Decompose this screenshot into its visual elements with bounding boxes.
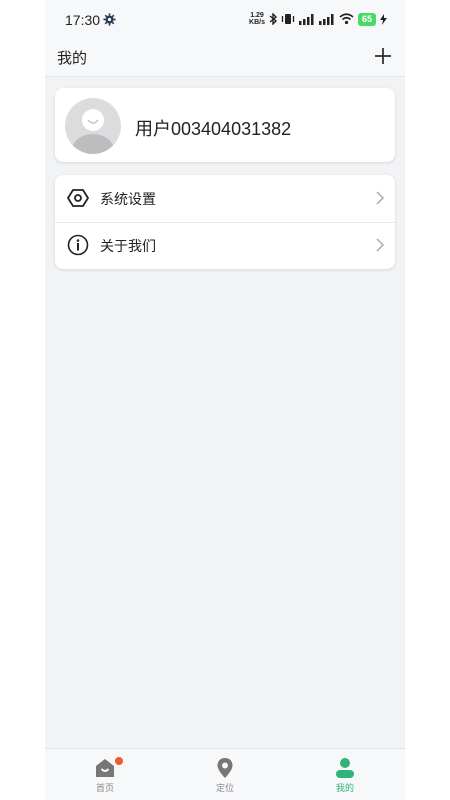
bluetooth-icon [269,13,277,25]
network-speed: 1.29 KB/s [249,12,265,26]
nav-label: 定位 [215,783,234,793]
chevron-right-icon [376,238,385,252]
vibrate-icon [281,14,295,24]
menu-item-about-us[interactable]: 关于我们 [55,222,395,269]
menu-item-system-settings[interactable]: 系统设置 [55,175,395,223]
page-title: 我的 [57,50,88,67]
network-speed-value: 1.29 [250,12,264,19]
signal-icon-2 [318,13,334,25]
nav-item-mine[interactable]: 我的 [285,749,405,800]
status-bar: 17:30 1.29 KB/s 65 [45,0,405,40]
notification-badge [115,757,123,765]
settings-gear-icon [103,13,116,26]
bottom-nav: 首页 定位 我的 [45,748,405,800]
battery-level: 65 [357,12,376,26]
app-screen: 17:30 1.29 KB/s 65 我的 用户003404031382 系统设… [45,0,405,800]
chevron-right-icon [376,191,385,205]
menu-card: 系统设置 关于我们 [55,175,395,269]
status-indicators: 1.29 KB/s 65 [249,12,387,26]
hexagon-settings-icon [67,189,89,207]
location-pin-icon [217,758,233,778]
menu-item-label: 关于我们 [100,238,156,254]
person-icon [336,758,354,778]
menu-item-label: 系统设置 [100,191,156,207]
username: 用户003404031382 [135,119,292,139]
wifi-icon [339,13,354,25]
home-icon [96,759,114,777]
default-avatar-icon[interactable] [65,98,121,154]
page-header: 我的 [45,40,405,77]
nav-label: 我的 [335,783,354,793]
info-circle-icon [67,234,89,256]
nav-item-home[interactable]: 首页 [45,749,165,800]
signal-icon [298,13,314,25]
nav-label: 首页 [95,783,114,793]
network-speed-unit: KB/s [249,19,265,26]
status-time: 17:30 [65,12,101,28]
nav-item-location[interactable]: 定位 [165,749,285,800]
profile-card[interactable]: 用户003404031382 [55,88,395,162]
charging-icon [380,13,387,25]
plus-icon[interactable] [373,46,393,66]
